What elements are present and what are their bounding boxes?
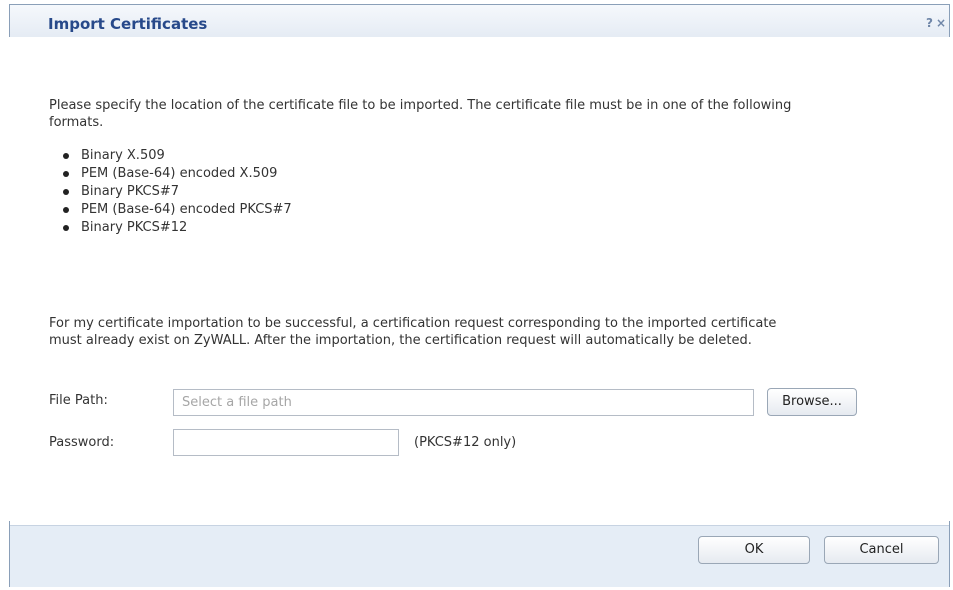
list-item: PEM (Base-64) encoded X.509 bbox=[53, 165, 292, 183]
bullet-icon bbox=[63, 153, 69, 159]
browse-button[interactable]: Browse... bbox=[767, 388, 857, 416]
bullet-icon bbox=[63, 189, 69, 195]
format-label: Binary PKCS#12 bbox=[81, 220, 188, 235]
list-item: PEM (Base-64) encoded PKCS#7 bbox=[53, 201, 292, 219]
bullet-icon bbox=[63, 225, 69, 231]
dialog-content: Please specify the location of the certi… bbox=[9, 37, 950, 521]
format-label: Binary PKCS#7 bbox=[81, 184, 180, 199]
file-path-input[interactable]: Select a file path bbox=[173, 389, 754, 416]
list-item: Binary X.509 bbox=[53, 147, 292, 165]
bullet-icon bbox=[63, 207, 69, 213]
format-label: PEM (Base-64) encoded PKCS#7 bbox=[81, 202, 292, 217]
intro-text: Please specify the location of the certi… bbox=[49, 98, 792, 130]
cancel-button[interactable]: Cancel bbox=[824, 536, 939, 564]
list-item: Binary PKCS#7 bbox=[53, 183, 292, 201]
password-hint: (PKCS#12 only) bbox=[414, 435, 517, 450]
bullet-icon bbox=[63, 171, 69, 177]
dialog-title: Import Certificates bbox=[48, 15, 208, 33]
format-label: PEM (Base-64) encoded X.509 bbox=[81, 166, 278, 181]
ok-button[interactable]: OK bbox=[698, 536, 810, 564]
file-path-label: File Path: bbox=[49, 393, 108, 408]
password-label: Password: bbox=[49, 435, 115, 450]
format-label: Binary X.509 bbox=[81, 148, 165, 163]
help-icon[interactable]: ? bbox=[926, 16, 933, 30]
note-text: For my certificate importation to be suc… bbox=[49, 316, 777, 348]
format-list: Binary X.509 PEM (Base-64) encoded X.509… bbox=[53, 147, 292, 237]
password-field[interactable] bbox=[173, 429, 399, 456]
list-item: Binary PKCS#12 bbox=[53, 219, 292, 237]
file-path-placeholder: Select a file path bbox=[182, 395, 292, 410]
close-icon[interactable]: × bbox=[936, 16, 946, 30]
